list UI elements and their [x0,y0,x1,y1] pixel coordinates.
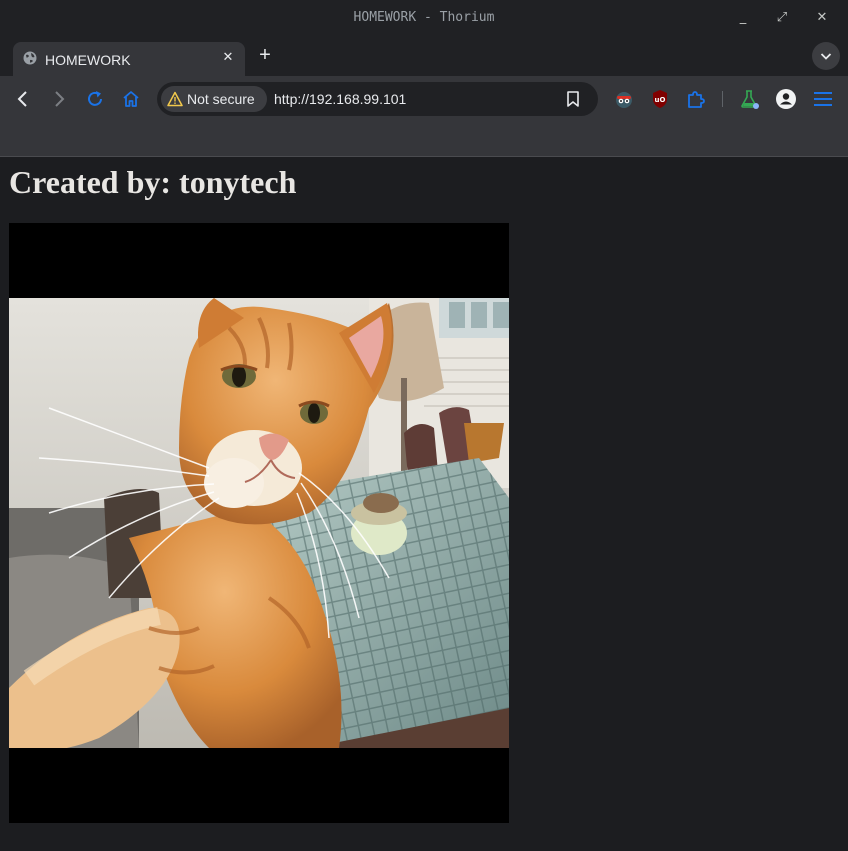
warning-icon [167,91,183,107]
ublock-icon[interactable]: uO [648,87,672,111]
svg-text:uO: uO [655,96,666,104]
security-label: Not secure [187,91,255,107]
toolbar-separator [722,91,723,107]
address-bar[interactable]: Not secure http://192.168.99.101 [157,82,598,116]
tab-close-icon[interactable]: ✕ [219,48,237,66]
extensions-puzzle-icon[interactable] [684,87,708,111]
chevron-down-icon [820,53,832,60]
close-window-button[interactable]: ✕ [811,8,833,28]
window-title: HOMEWORK - Thorium [353,10,495,25]
tab-title: HOMEWORK [45,52,131,68]
bookmark-star-icon[interactable] [564,90,582,108]
extension-spy-icon[interactable] [612,87,636,111]
tab-search-button[interactable] [812,42,840,70]
bookmarks-bar [0,122,848,157]
forward-icon[interactable] [47,87,71,111]
browser-toolbar: Not secure http://192.168.99.101 uO [0,76,848,122]
cat-selfie-image [9,298,509,748]
labs-flask-icon[interactable] [737,87,761,111]
cat-video-player[interactable] [9,223,509,823]
profile-icon[interactable] [774,87,798,111]
url-text[interactable]: http://192.168.99.101 [274,91,406,107]
security-chip[interactable]: Not secure [161,86,267,112]
cat-selfie-frame [9,298,509,748]
page-heading: Created by: tonytech [9,164,297,200]
back-icon[interactable] [11,87,35,111]
tab-homework[interactable]: HOMEWORK ✕ [13,42,245,76]
new-tab-button[interactable]: + [254,44,276,66]
maximize-button[interactable]: ⤢ [771,8,793,28]
tab-strip: HOMEWORK ✕ + [0,36,848,76]
minimize-button[interactable]: _ [732,8,754,28]
globe-icon [23,51,37,65]
window-titlebar: HOMEWORK - Thorium _ ⤢ ✕ [0,0,848,36]
menu-icon[interactable] [811,87,835,111]
reload-icon[interactable] [83,87,107,111]
home-icon[interactable] [119,87,143,111]
